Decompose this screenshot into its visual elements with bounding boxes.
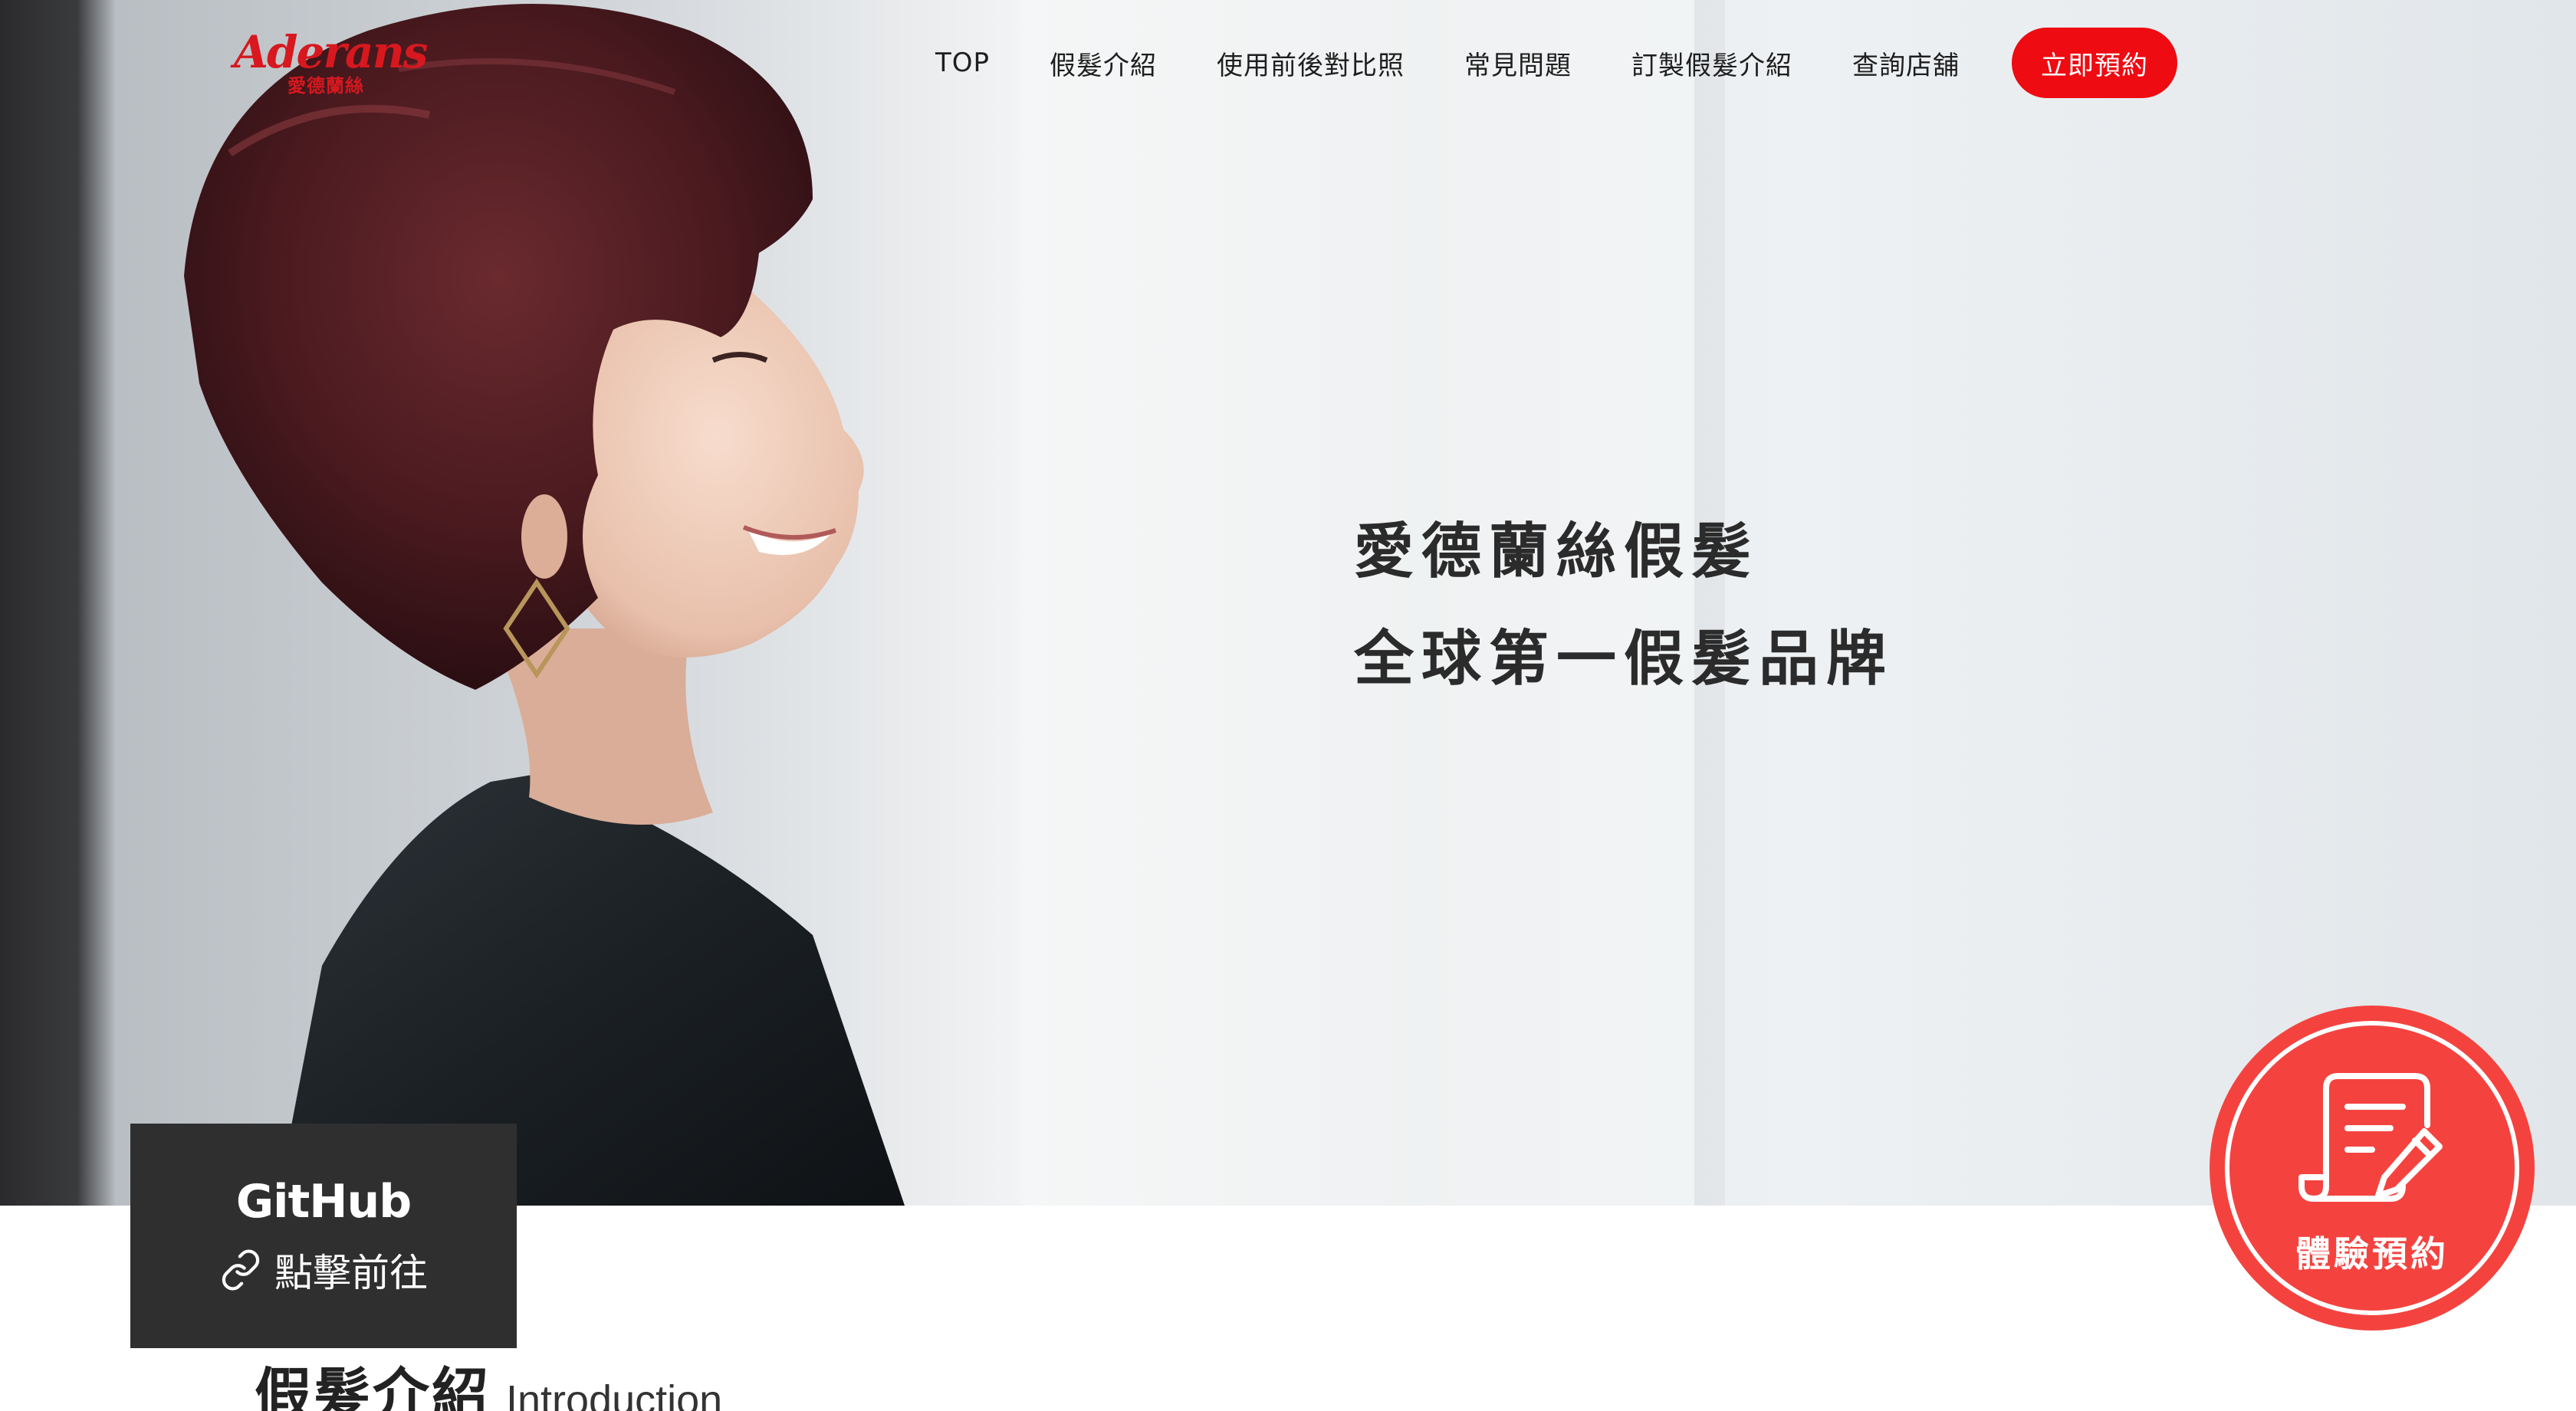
- hero-headline: 愛德蘭絲假髮 全球第一假髮品牌: [1354, 498, 1894, 713]
- trial-booking-badge[interactable]: 體驗預約: [2210, 1006, 2535, 1331]
- site-header: Aderans 愛德蘭絲 TOP 假髮介紹 使用前後對比照 常見問題 訂製假髮介…: [0, 0, 2576, 130]
- hero-photo: [0, 0, 2576, 1206]
- github-card-link[interactable]: 點擊前往: [219, 1242, 428, 1298]
- logo-wordmark: Aderans: [234, 26, 428, 78]
- section-heading: 假髮介紹 Introduction: [255, 1349, 722, 1411]
- section-title-zh: 假髮介紹: [255, 1362, 491, 1411]
- github-card[interactable]: GitHub 點擊前往: [130, 1124, 517, 1348]
- nav-item-faq[interactable]: 常見問題: [1464, 44, 1572, 82]
- nav-item-wig-intro[interactable]: 假髮介紹: [1050, 44, 1157, 82]
- nav-item-before-after[interactable]: 使用前後對比照: [1217, 44, 1405, 82]
- nav-item-top[interactable]: TOP: [935, 48, 990, 78]
- nav-item-custom-wig[interactable]: 訂製假髮介紹: [1631, 44, 1792, 82]
- github-card-title: GitHub: [235, 1174, 412, 1229]
- link-icon: [222, 1249, 260, 1291]
- section-title-en: Introduction: [506, 1377, 723, 1411]
- hero-headline-line1: 愛德蘭絲假髮: [1354, 517, 1760, 586]
- github-card-link-label: 點擊前往: [274, 1250, 428, 1295]
- hero-headline-line2: 全球第一假髮品牌: [1354, 624, 1894, 694]
- brand-logo[interactable]: Aderans 愛德蘭絲: [234, 28, 433, 97]
- book-now-button[interactable]: 立即預約: [2012, 28, 2178, 98]
- logo-subtext: 愛德蘭絲: [288, 75, 364, 97]
- document-pen-icon: [2298, 1073, 2443, 1202]
- hero-banner: 愛德蘭絲假髮 全球第一假髮品牌: [0, 0, 2576, 1206]
- badge-label: 體驗預約: [2295, 1233, 2449, 1275]
- main-nav: TOP 假髮介紹 使用前後對比照 常見問題 訂製假髮介紹 查詢店舖 立即預約: [935, 28, 2178, 98]
- nav-item-store-locator[interactable]: 查詢店舖: [1852, 44, 1960, 82]
- page: 愛德蘭絲假髮 全球第一假髮品牌 Aderans 愛德蘭絲 TOP 假髮介紹 使用…: [0, 0, 2576, 1411]
